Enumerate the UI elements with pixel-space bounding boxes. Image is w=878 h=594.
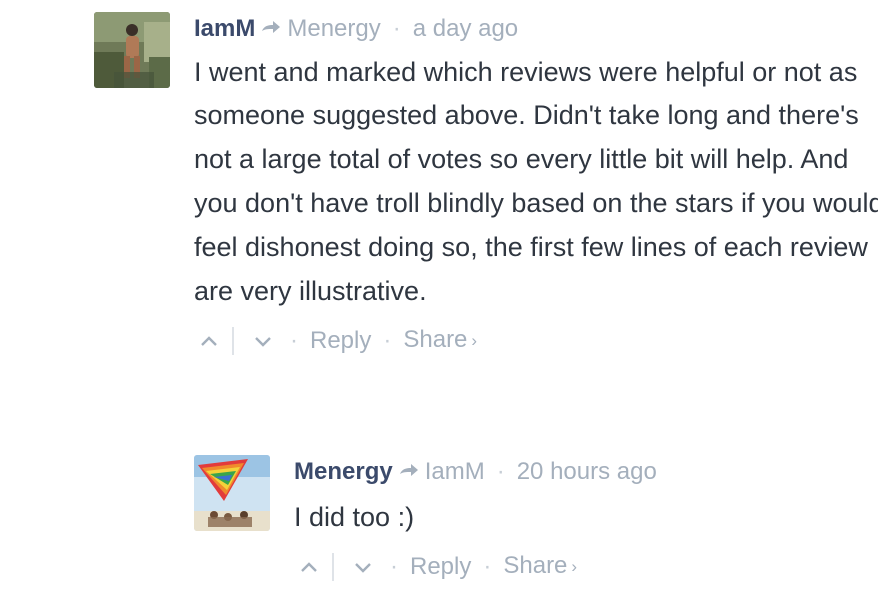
- separator-dot: ·: [383, 327, 392, 355]
- reply-button[interactable]: Reply: [310, 324, 371, 358]
- avatar[interactable]: [94, 12, 170, 88]
- upvote-button[interactable]: [294, 561, 324, 573]
- chevron-up-icon: [301, 562, 317, 573]
- reply-to-user[interactable]: IamM: [425, 458, 485, 485]
- share-label: Share: [503, 552, 568, 580]
- vote-divider: [332, 553, 334, 582]
- comment-header: Menergy IamM · 20 hours ago: [294, 455, 878, 490]
- comment-text: I went and marked which reviews were hel…: [194, 56, 878, 306]
- comment-actions: · Reply · Share ›: [294, 549, 878, 585]
- comment-actions: · Reply · Share ›: [194, 323, 878, 359]
- separator-dot: ·: [390, 553, 398, 581]
- separator-dot: ·: [496, 458, 505, 485]
- avatar-image: [194, 455, 270, 531]
- comment-header: IamM Menergy · a day ago: [194, 12, 878, 47]
- share-chevron-icon: ›: [571, 557, 578, 577]
- downvote-button[interactable]: [248, 335, 278, 348]
- avatar-image: [94, 12, 170, 88]
- chevron-down-icon: [355, 563, 371, 574]
- upvote-button[interactable]: [194, 335, 224, 347]
- share-button[interactable]: Share ›: [403, 323, 477, 359]
- chevron-down-icon: [255, 337, 271, 348]
- vote-divider: [232, 327, 234, 356]
- reply-arrow-icon: [399, 454, 419, 488]
- separator-dot: ·: [392, 15, 401, 42]
- reply-button[interactable]: Reply: [410, 550, 471, 584]
- author-name[interactable]: Menergy: [294, 458, 393, 485]
- timestamp[interactable]: a day ago: [413, 15, 518, 42]
- separator-dot: ·: [483, 553, 492, 581]
- avatar[interactable]: [194, 455, 270, 531]
- chevron-up-icon: [201, 336, 217, 347]
- author-name[interactable]: IamM: [194, 15, 255, 42]
- separator-dot: ·: [290, 327, 298, 355]
- share-chevron-icon: ›: [471, 331, 478, 351]
- reply-arrow-icon: [261, 11, 281, 45]
- timestamp[interactable]: 20 hours ago: [517, 458, 657, 485]
- share-label: Share: [403, 326, 468, 354]
- share-button[interactable]: Share ›: [503, 549, 577, 585]
- comment-text: I did too :): [294, 501, 415, 532]
- reply-to-user[interactable]: Menergy: [287, 15, 380, 42]
- downvote-button[interactable]: [348, 561, 378, 574]
